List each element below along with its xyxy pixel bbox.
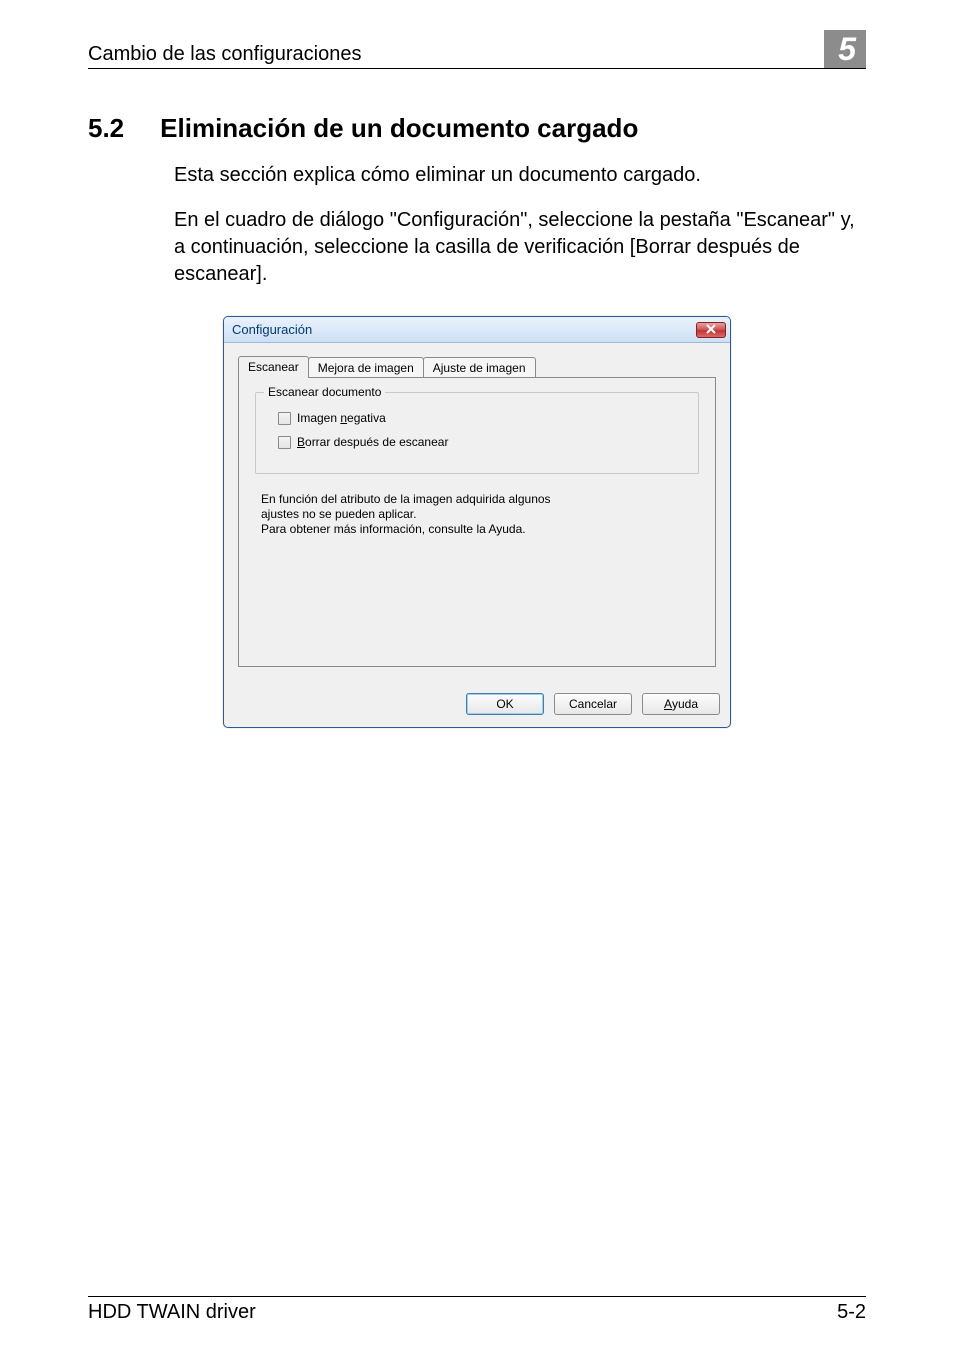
info-line-1: En función del atributo de la imagen adq… xyxy=(261,492,699,507)
checkbox-borrar-despues-label: Borrar después de escanear xyxy=(297,435,448,449)
checkbox-borrar-despues[interactable] xyxy=(278,436,291,449)
ok-button[interactable]: OK xyxy=(466,693,544,715)
paragraph-2: En el cuadro de diálogo "Configuración",… xyxy=(174,207,866,288)
tab-mejora-imagen[interactable]: Mejora de imagen xyxy=(308,357,424,378)
configuracion-dialog: Configuración Escanear Mejora de imagen … xyxy=(223,316,731,728)
cancel-button[interactable]: Cancelar xyxy=(554,693,632,715)
dialog-title: Configuración xyxy=(232,322,312,337)
checkbox-imagen-negativa-label: Imagen negativa xyxy=(297,411,386,425)
fieldset-legend: Escanear documento xyxy=(264,385,385,399)
checkbox-imagen-negativa-row[interactable]: Imagen negativa xyxy=(278,411,684,425)
close-button[interactable] xyxy=(696,322,726,338)
dialog-button-row: OK Cancelar Ayuda xyxy=(224,681,730,727)
section-title: Eliminación de un documento cargado xyxy=(160,113,638,144)
tab-escanear[interactable]: Escanear xyxy=(238,356,309,378)
paragraph-1: Esta sección explica cómo eliminar un do… xyxy=(174,162,866,189)
tab-panel-escanear: Escanear documento Imagen negativa Borra… xyxy=(238,377,716,667)
info-line-2: ajustes no se pueden aplicar. xyxy=(261,507,699,522)
help-button[interactable]: Ayuda xyxy=(642,693,720,715)
dialog-body: Escanear Mejora de imagen Ajuste de imag… xyxy=(224,343,730,681)
checkbox-borrar-despues-row[interactable]: Borrar después de escanear xyxy=(278,435,684,449)
footer-right: 5-2 xyxy=(837,1301,866,1324)
running-head-title: Cambio de las configuraciones xyxy=(88,43,362,66)
info-text: En función del atributo de la imagen adq… xyxy=(261,492,699,537)
checkbox-imagen-negativa[interactable] xyxy=(278,412,291,425)
section-heading: 5.2 Eliminación de un documento cargado xyxy=(88,113,866,144)
tab-strip: Escanear Mejora de imagen Ajuste de imag… xyxy=(238,355,716,378)
info-line-3: Para obtener más información, consulte l… xyxy=(261,522,699,537)
close-icon xyxy=(706,321,716,339)
tab-ajuste-imagen[interactable]: Ajuste de imagen xyxy=(423,357,536,378)
chapter-number-badge: 5 xyxy=(824,30,866,68)
dialog-titlebar[interactable]: Configuración xyxy=(224,317,730,343)
page-footer: HDD TWAIN driver 5-2 xyxy=(88,1296,866,1324)
section-number: 5.2 xyxy=(88,113,124,144)
footer-left: HDD TWAIN driver xyxy=(88,1301,256,1324)
running-head: Cambio de las configuraciones 5 xyxy=(88,30,866,69)
escanear-documento-fieldset: Escanear documento Imagen negativa Borra… xyxy=(255,392,699,474)
